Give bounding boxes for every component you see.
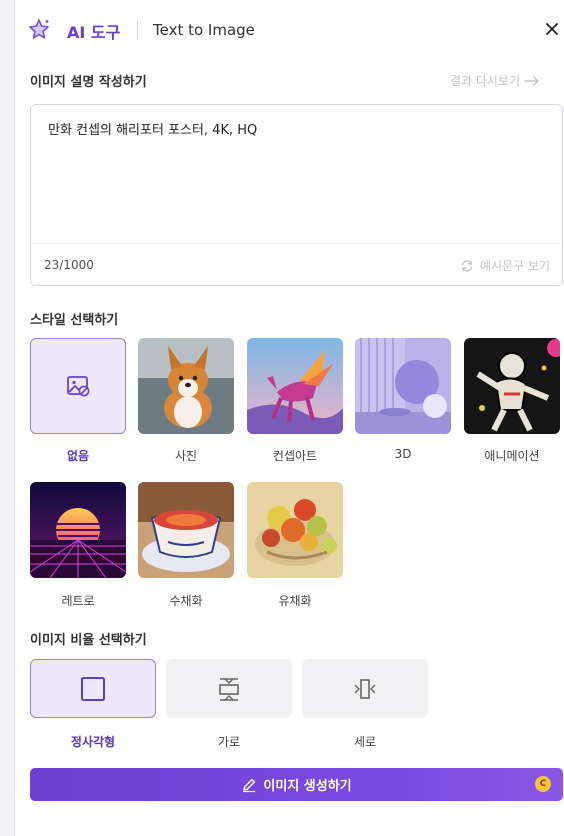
landscape-ratio-icon	[219, 677, 239, 701]
style-retro-tile[interactable]	[30, 482, 126, 578]
example-prompt-label: 예시문구 보기	[479, 259, 550, 273]
ratio-square-label: 정사각형	[70, 735, 116, 749]
generate-image-label: 이미지 생성하기	[263, 779, 352, 794]
ai-sparkle-logo-icon	[27, 18, 51, 42]
style-watercolor-label: 수채화	[169, 594, 203, 608]
arrow-right-icon	[524, 75, 539, 86]
brand-title: AI 도구	[67, 23, 121, 42]
style-animation-label: 애니메이션	[484, 449, 540, 463]
prompt-footer: 23/1000 예시문구 보기	[31, 243, 562, 285]
style-retro-label: 레트로	[61, 594, 95, 608]
style-watercolor-tile[interactable]	[138, 482, 234, 578]
square-ratio-icon	[81, 676, 105, 701]
credit-coin-icon: C	[535, 776, 551, 792]
character-count: 23/1000	[44, 258, 94, 272]
prompt-textarea[interactable]: 만화 컨셉의 해리포터 포스터, 4K, HQ 23/1000 예시문구 보기	[30, 104, 563, 286]
style-oil-painting-tile[interactable]	[247, 482, 343, 578]
prompt-text[interactable]: 만화 컨셉의 해리포터 포스터, 4K, HQ	[48, 119, 257, 138]
style-3d-label: 3D	[394, 447, 412, 461]
style-oil-painting-label: 유채화	[278, 594, 312, 608]
pencil-icon	[243, 778, 256, 792]
view-results-label: 결과 다시보기	[450, 74, 521, 88]
retro-thumbnail	[30, 482, 126, 578]
close-icon	[546, 23, 558, 35]
ratio-landscape-label: 가로	[217, 735, 241, 749]
generate-image-button[interactable]: 이미지 생성하기 C	[30, 768, 563, 801]
style-none-tile[interactable]	[30, 338, 126, 434]
watercolor-thumbnail	[138, 482, 234, 578]
style-photo-label: 사진	[174, 449, 198, 463]
style-animation-tile[interactable]	[464, 338, 560, 434]
ratio-section-title: 이미지 비율 선택하기	[30, 633, 147, 648]
style-concept-art-tile[interactable]	[247, 338, 343, 434]
photo-thumbnail	[138, 338, 234, 434]
animation-thumbnail	[464, 338, 560, 434]
style-section-title: 스타일 선택하기	[30, 313, 119, 328]
ratio-square-button[interactable]	[30, 659, 156, 718]
3d-thumbnail	[355, 338, 451, 434]
ratio-portrait-label: 세로	[353, 735, 377, 749]
prompt-section-title: 이미지 설명 작성하기	[30, 75, 147, 90]
ratio-landscape-button[interactable]	[166, 659, 292, 718]
style-concept-art-label: 컨셉아트	[272, 449, 318, 463]
tool-subtitle: Text to Image	[153, 21, 255, 39]
text-to-image-panel: AI 도구 Text to Image 이미지 설명 작성하기 결과 다시보기 …	[14, 0, 564, 836]
header-divider	[137, 20, 138, 40]
panel-header: AI 도구 Text to Image	[15, 0, 564, 62]
style-photo-tile[interactable]	[138, 338, 234, 434]
ratio-portrait-button[interactable]	[302, 659, 428, 718]
no-image-icon	[67, 376, 90, 397]
refresh-icon	[461, 259, 473, 272]
style-none-label: 없음	[66, 449, 90, 463]
close-button[interactable]	[539, 16, 564, 42]
portrait-ratio-icon	[354, 678, 376, 699]
style-3d-tile[interactable]	[355, 338, 451, 434]
concept-art-thumbnail	[247, 338, 343, 434]
view-results-again-link[interactable]: 결과 다시보기	[450, 72, 540, 89]
oil-painting-thumbnail	[247, 482, 343, 578]
example-prompt-button[interactable]: 예시문구 보기	[460, 257, 550, 274]
